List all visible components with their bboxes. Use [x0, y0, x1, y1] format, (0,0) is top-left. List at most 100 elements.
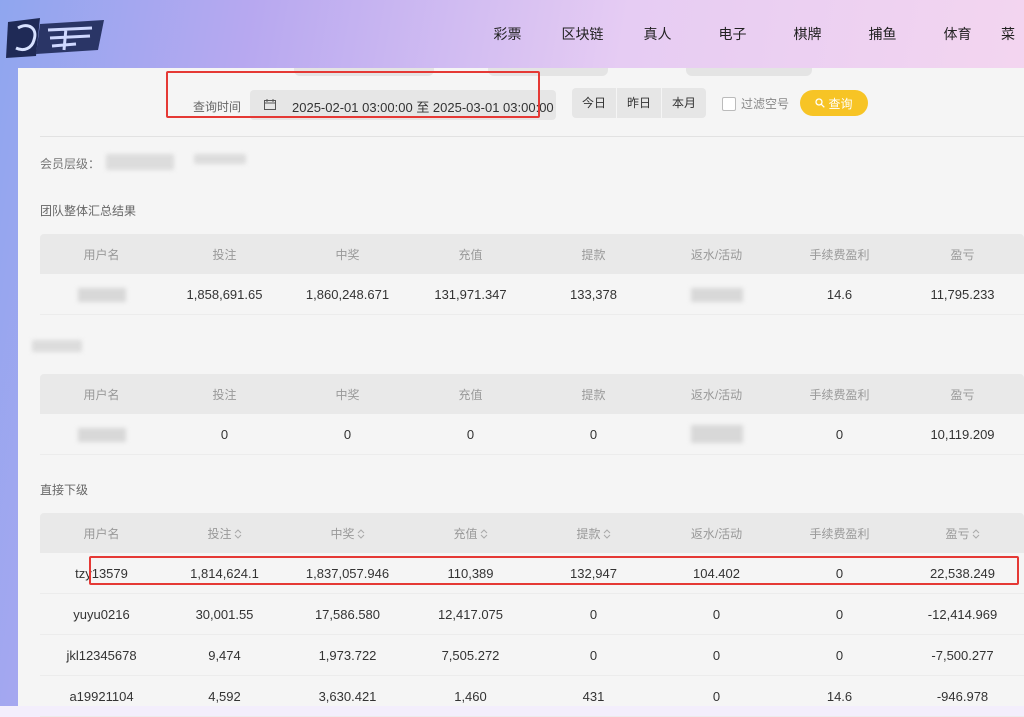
nav-live[interactable]: 真人 [620, 24, 695, 44]
col-bet-label: 投注 [207, 526, 232, 541]
team-summary-title: 团队整体汇总结果 [40, 204, 137, 218]
direct-subordinates-title: 直接下级 [40, 483, 89, 497]
cell-win: 3,630.421 [286, 675, 409, 717]
col-win: 中奖 [286, 374, 409, 414]
this-month-button[interactable]: 本月 [662, 88, 706, 118]
col-username: 用户名 [40, 234, 163, 274]
cell-bet: 1,858,691.65 [163, 274, 286, 315]
table-row[interactable]: jkl12345678 9,474 1,973.722 7,505.272 0 … [40, 634, 1024, 676]
sort-icon[interactable] [603, 529, 611, 540]
filter-empty-checkbox[interactable] [722, 96, 736, 111]
col-deposit: 充值 [409, 374, 532, 414]
redacted-level [194, 154, 246, 164]
yesterday-button[interactable]: 昨日 [617, 88, 662, 118]
col-withdraw-label: 提款 [576, 526, 601, 541]
report-panel: 查询时间 2025-02-01 03:00:00 至 2025-03-01 03… [18, 68, 1024, 717]
cell-fee-profit: 14.6 [778, 675, 901, 717]
today-button[interactable]: 今日 [572, 88, 617, 118]
col-withdraw: 提款 [532, 374, 655, 414]
filter-empty-toggle[interactable]: 过滤空号 [722, 95, 789, 112]
cell-bet: 30,001.55 [163, 593, 286, 635]
cell-rebate [655, 274, 778, 315]
cell-deposit: 131,971.347 [409, 274, 532, 315]
cell-fee-profit: 0 [778, 593, 901, 635]
direct-subordinates-table: 用户名 投注 中奖 充值 提款 返水/活动 手续费盈利 盈亏 tzy13579 … [40, 513, 1024, 717]
col-profit-loss: 盈亏 [901, 374, 1024, 414]
cell-deposit: 0 [409, 414, 532, 455]
cell-profit-loss: -7,500.277 [901, 634, 1024, 676]
self-summary-table: 用户名 投注 中奖 充值 提款 返水/活动 手续费盈利 盈亏 0 0 0 0 0… [40, 374, 1024, 455]
cell-profit-loss: -12,414.969 [901, 593, 1024, 635]
nav-chess[interactable]: 棋牌 [770, 24, 845, 44]
cell-win: 0 [286, 414, 409, 455]
table-row[interactable]: yuyu0216 30,001.55 17,586.580 12,417.075… [40, 593, 1024, 635]
cell-rebate: 0 [655, 675, 778, 717]
sort-icon[interactable] [972, 529, 980, 540]
member-level-label: 会员层级： [40, 157, 101, 171]
cell-withdraw: 431 [532, 675, 655, 717]
top-header: 彩票 区块链 真人 电子 棋牌 捕鱼 体育 菜 [0, 0, 1024, 68]
cell-profit-loss: 11,795.233 [901, 274, 1024, 315]
search-label: 查询 [828, 96, 853, 111]
cell-rebate: 0 [655, 634, 778, 676]
cell-fee-profit: 0 [778, 634, 901, 676]
nav-sports[interactable]: 体育 [920, 24, 995, 44]
cell-username: jkl12345678 [40, 634, 163, 676]
col-win[interactable]: 中奖 [286, 513, 409, 553]
redacted-rebate [690, 425, 743, 443]
cell-withdraw: 0 [532, 414, 655, 455]
col-win: 中奖 [286, 234, 409, 274]
cell-profit-loss: -946.978 [901, 675, 1024, 717]
nav-electronic[interactable]: 电子 [695, 24, 770, 44]
col-rebate: 返水/活动 [655, 234, 778, 274]
cell-fee-profit: 14.6 [778, 274, 901, 315]
nav-menu[interactable]: 菜 [995, 24, 1024, 44]
main-nav: 彩票 区块链 真人 电子 棋牌 捕鱼 体育 菜 [470, 24, 1024, 44]
cell-username: a19921104 [40, 675, 163, 717]
table-row[interactable]: a19921104 4,592 3,630.421 1,460 431 0 14… [40, 675, 1024, 717]
nav-blockchain[interactable]: 区块链 [545, 24, 620, 44]
col-profit-loss[interactable]: 盈亏 [901, 513, 1024, 553]
cell-withdraw: 0 [532, 593, 655, 635]
nav-lottery[interactable]: 彩票 [470, 24, 545, 44]
site-logo[interactable] [6, 14, 106, 60]
sort-icon[interactable] [480, 529, 488, 540]
cell-fee-profit: 0 [778, 414, 901, 455]
cell-rebate [655, 414, 778, 455]
col-withdraw: 提款 [532, 234, 655, 274]
col-fee-profit: 手续费盈利 [778, 513, 901, 553]
cell-deposit: 12,417.075 [409, 593, 532, 635]
col-deposit: 充值 [409, 234, 532, 274]
nav-fishing[interactable]: 捕鱼 [845, 24, 920, 44]
search-button[interactable]: 查询 [800, 90, 868, 116]
quick-date-buttons: 今日 昨日 本月 [572, 88, 706, 118]
col-deposit[interactable]: 充值 [409, 513, 532, 553]
col-rebate: 返水/活动 [655, 374, 778, 414]
table-row: 1,858,691.65 1,860,248.671 131,971.347 1… [40, 274, 1024, 315]
col-bet[interactable]: 投注 [163, 513, 286, 553]
col-bet: 投注 [163, 374, 286, 414]
col-rebate: 返水/活动 [655, 513, 778, 553]
redacted-username [77, 287, 126, 302]
cell-rebate: 0 [655, 593, 778, 635]
redacted-rebate [690, 287, 743, 302]
redacted-section-title [32, 340, 82, 352]
cell-win: 1,973.722 [286, 634, 409, 676]
sort-icon[interactable] [234, 529, 242, 540]
cell-bet: 0 [163, 414, 286, 455]
col-fee-profit: 手续费盈利 [778, 234, 901, 274]
col-username: 用户名 [40, 513, 163, 553]
col-username: 用户名 [40, 374, 163, 414]
filter-empty-label: 过滤空号 [741, 97, 790, 111]
cell-username: yuyu0216 [40, 593, 163, 635]
divider [40, 136, 1024, 137]
cell-username [40, 414, 163, 455]
sort-icon[interactable] [357, 529, 365, 540]
highlight-row [89, 556, 1019, 585]
cell-win: 1,860,248.671 [286, 274, 409, 315]
col-profit-loss-label: 盈亏 [945, 526, 970, 541]
col-withdraw[interactable]: 提款 [532, 513, 655, 553]
redacted-username [77, 427, 126, 442]
cell-win: 17,586.580 [286, 593, 409, 635]
cell-bet: 9,474 [163, 634, 286, 676]
